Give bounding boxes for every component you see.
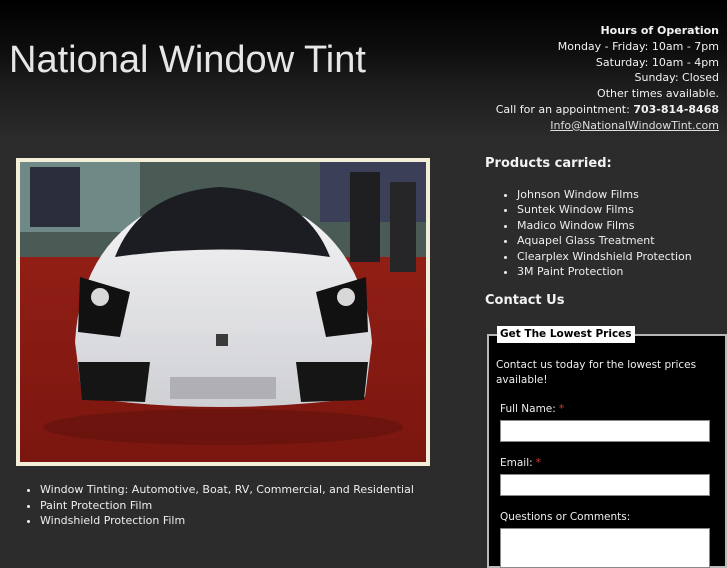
- list-item: Madico Window Films: [517, 218, 725, 233]
- required-mark: *: [535, 457, 541, 469]
- contact-form: Get The Lowest Prices Contact us today f…: [487, 326, 727, 568]
- list-item: Paint Protection Film: [40, 498, 414, 514]
- form-intro: Contact us today for the lowest prices a…: [496, 359, 697, 386]
- services-list: Window Tinting: Automotive, Boat, RV, Co…: [22, 482, 414, 529]
- site-title: National Window Tint: [9, 39, 366, 81]
- list-item: 3M Paint Protection: [517, 264, 725, 279]
- call-line: Call for an appointment: 703-814-8468: [459, 102, 719, 118]
- list-item: Aquapel Glass Treatment: [517, 233, 725, 248]
- car-photo-frame: [16, 158, 430, 466]
- hours-saturday: Saturday: 10am - 4pm: [595, 55, 719, 69]
- hours-title: Hours of Operation: [600, 24, 719, 37]
- questions-label: Questions or Comments:: [500, 511, 631, 523]
- list-item: Clearplex Windshield Protection: [517, 249, 725, 264]
- car-photo: [20, 162, 426, 462]
- header: National Window Tint Hours of Operation …: [0, 0, 727, 140]
- email-label: Email: *: [500, 457, 541, 469]
- full-name-field[interactable]: [500, 420, 710, 442]
- hours-of-operation: Hours of Operation Monday - Friday: 10am…: [459, 23, 719, 134]
- products-list: Johnson Window Films Suntek Window Films…: [485, 187, 725, 279]
- hours-other: Other times available.: [597, 87, 719, 101]
- call-prefix: Call for an appointment:: [495, 102, 634, 116]
- required-mark: *: [558, 403, 565, 415]
- form-legend: Get The Lowest Prices: [497, 326, 635, 343]
- list-item: Windshield Protection Film: [40, 513, 414, 529]
- list-item: Johnson Window Films: [517, 187, 725, 202]
- full-name-label: Full Name: *: [500, 403, 565, 415]
- phone-number[interactable]: 703-814-8468: [633, 103, 719, 116]
- list-item: Window Tinting: Automotive, Boat, RV, Co…: [40, 482, 414, 498]
- right-column: Products carried: Johnson Window Films S…: [485, 150, 725, 308]
- products-heading: Products carried:: [485, 156, 612, 171]
- hours-weekday: Monday - Friday: 10am - 7pm: [557, 39, 719, 53]
- white-sports-car-image: [20, 162, 426, 462]
- hours-sunday: Sunday: Closed: [634, 71, 719, 85]
- email-field[interactable]: [500, 474, 710, 496]
- questions-field[interactable]: [500, 528, 710, 568]
- list-item: Suntek Window Films: [517, 202, 725, 217]
- email-link[interactable]: Info@NationalWindowTint.com: [550, 119, 719, 132]
- contact-heading: Contact Us: [485, 293, 565, 309]
